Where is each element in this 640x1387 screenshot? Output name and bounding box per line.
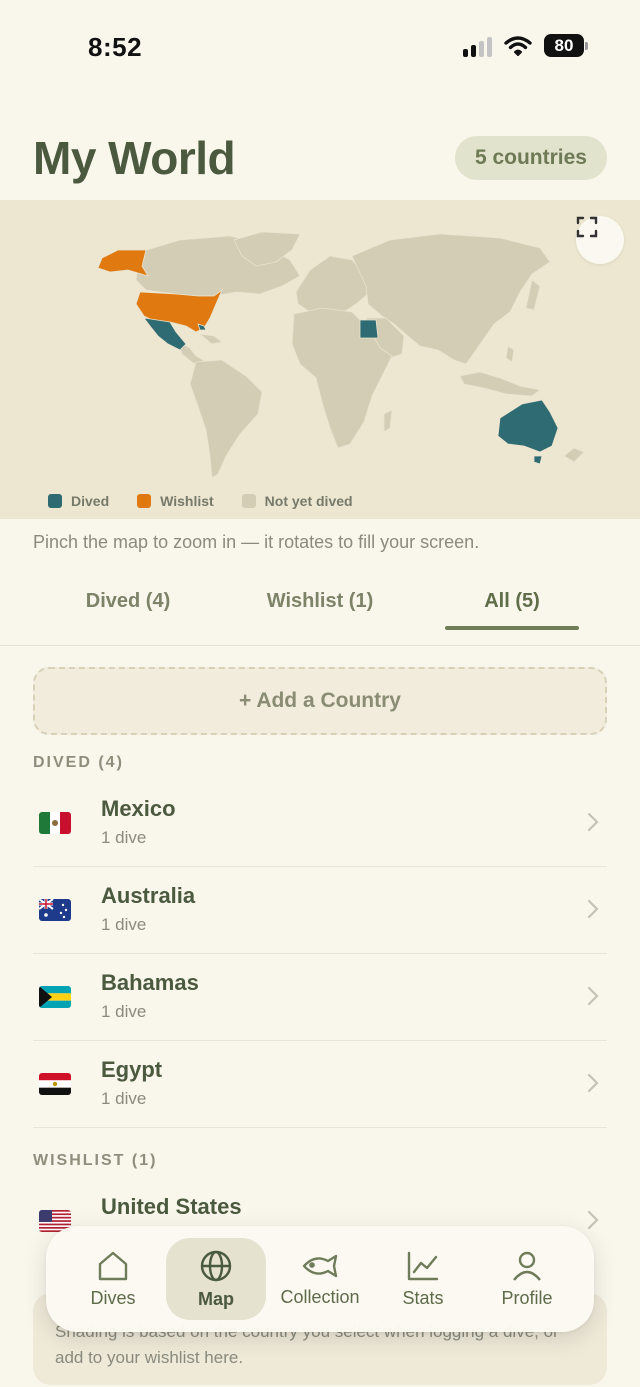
map-legend: Dived Wishlist Not yet dived [48,493,353,509]
fullscreen-button[interactable] [576,216,624,264]
fish-icon [302,1254,338,1277]
tabbar-collection[interactable]: Collection [270,1238,370,1320]
country-name: Mexico [101,796,176,821]
legend-label: Not yet dived [264,493,353,509]
map-region-united-states [135,288,223,333]
tab-active-indicator [445,626,579,630]
tabbar-label: Map [198,1288,234,1309]
legend-label: Dived [71,493,110,509]
page-title: My World [33,132,236,184]
map-region-south-america [189,359,263,479]
dive-count: 1 dive [101,1089,147,1108]
map-region-indonesia [459,371,541,397]
egypt-flag-icon [39,1073,71,1095]
map-hint-text: Pinch the map to zoom in — it rotates to… [33,532,480,552]
map-region-caribbean [198,333,223,345]
country-name: United States [101,1194,242,1219]
wifi-icon [504,35,532,56]
status-time: 8:52 [88,32,143,62]
dive-count: 1 dive [101,828,147,847]
status-icons: 80 [463,34,588,57]
legend-item-not-yet-dived: Not yet dived [241,493,353,509]
country-name: Australia [101,883,196,908]
legend-swatch-wishlist [137,494,152,508]
mexico-flag-icon [39,812,71,834]
tabbar-stats[interactable]: Stats [373,1238,473,1320]
map-region-alaska [97,249,149,277]
legend-item-dived: Dived [48,493,109,509]
list-item-mexico[interactable]: Mexico 1 dive [33,780,607,867]
section-label-wishlist: WISHLIST (1) [33,1152,158,1169]
list-item-australia[interactable]: Australia 1 dive [33,867,607,954]
status-bar: 8:52 80 [0,0,640,95]
chevron-right-icon [587,986,599,1006]
map-region-philippines [505,345,515,363]
filter-tabs: Dived (4) Wishlist (1) All (5) [0,578,640,646]
tabbar-label: Dives [90,1287,136,1308]
section-label-dived: DIVED (4) [33,754,124,771]
cellular-signal-icon [463,35,492,57]
tab-dived[interactable]: Dived (4) [61,590,195,613]
tabbar-dives[interactable]: Dives [63,1238,163,1320]
chevron-right-icon [587,812,599,832]
home-icon [98,1251,128,1280]
world-map-svg [97,231,585,479]
dive-count: 1 dive [101,1002,147,1021]
chevron-right-icon [587,1073,599,1093]
tab-all[interactable]: All (5) [445,590,579,613]
country-count-badge: 5 countries [454,136,607,180]
bahamas-flag-icon [39,986,71,1008]
map-region-tasmania [533,455,543,465]
legend-item-wishlist: Wishlist [137,493,214,509]
tabbar-map[interactable]: Map [166,1238,266,1320]
country-name: Bahamas [101,970,199,995]
map-region-japan [525,279,541,311]
tabbar-label: Stats [402,1287,444,1308]
world-map[interactable]: Dived Wishlist Not yet dived [0,200,640,519]
tabbar-label: Collection [280,1286,360,1307]
chart-icon [407,1251,439,1280]
page-header: My World 5 countries [33,128,607,188]
battery-icon: 80 [544,34,588,57]
chevron-right-icon [587,1210,599,1230]
person-icon [513,1251,541,1281]
map-region-egypt [359,319,379,339]
country-name: Egypt [101,1057,163,1082]
list-item-egypt[interactable]: Egypt 1 dive [33,1041,607,1128]
tab-wishlist[interactable]: Wishlist (1) [253,590,387,613]
australia-flag-icon [39,899,71,921]
legend-swatch-dived [48,494,62,508]
globe-icon [200,1250,232,1281]
bottom-tab-bar: Dives Map Collection Stats Profile [46,1226,594,1332]
map-region-new-zealand [563,447,585,463]
dive-count: 1 dive [101,915,147,934]
tabbar-label: Profile [501,1287,553,1308]
list-item-bahamas[interactable]: Bahamas 1 dive [33,954,607,1041]
tabbar-profile[interactable]: Profile [477,1238,577,1320]
fullscreen-icon [576,216,598,238]
legend-label: Wishlist [160,493,214,509]
battery-level: 80 [544,34,584,57]
legend-swatch-not-yet-dived [241,494,256,508]
add-country-button[interactable]: + Add a Country [33,667,607,735]
map-region-australia [497,399,559,453]
map-region-madagascar [383,409,393,433]
chevron-right-icon [587,899,599,919]
